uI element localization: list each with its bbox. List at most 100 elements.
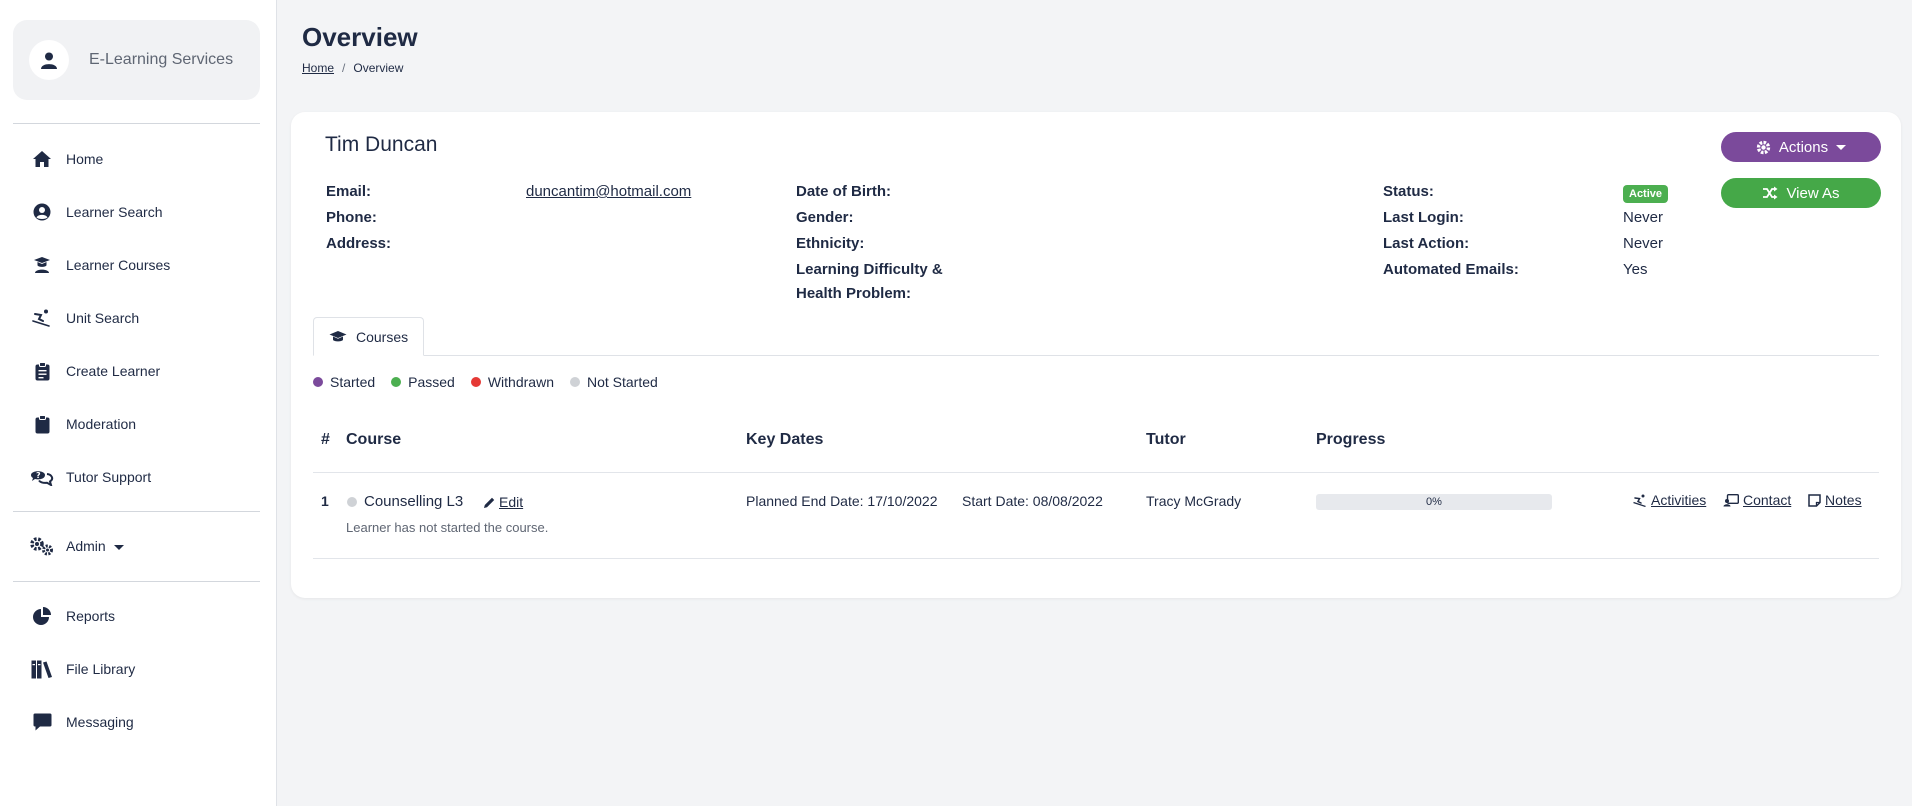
activities-link-label: Activities [1651, 492, 1707, 508]
legend-item-passed: Passed [391, 374, 455, 390]
skiing-icon [1633, 494, 1647, 507]
sidebar-item-moderation[interactable]: Moderation [30, 411, 136, 437]
legend-label: Withdrawn [487, 374, 554, 390]
activities-link[interactable]: Activities [1633, 492, 1706, 508]
sidebar-item-label: Moderation [66, 416, 137, 432]
notes-link-label: Notes [1825, 492, 1862, 508]
tab-courses[interactable]: Courses [313, 317, 424, 356]
gender-label: Gender: [796, 209, 854, 226]
contact-link-label: Contact [1743, 492, 1792, 508]
email-link[interactable]: duncantim@hotmail.com [526, 180, 691, 204]
gear-icon [1756, 140, 1771, 155]
sidebar-item-learner-search[interactable]: Learner Search [30, 199, 163, 225]
user-avatar-icon [29, 40, 69, 80]
skiing-icon [30, 306, 54, 330]
legend-label: Passed [408, 374, 455, 390]
brand-title: E-Learning Services [89, 51, 234, 68]
column-header-progress: Progress [1316, 431, 1386, 448]
user-circle-icon [30, 200, 54, 224]
page-title: Overview [302, 22, 418, 52]
automated-emails-label: Automated Emails: [1383, 261, 1519, 278]
sidebar-divider [13, 581, 260, 582]
legend-dot [569, 377, 580, 387]
column-header-num: # [321, 431, 330, 448]
breadcrumb-current: Overview [353, 61, 404, 75]
clipboard-icon [30, 359, 54, 383]
dob-label: Date of Birth: [796, 183, 891, 200]
sticky-note-icon [1808, 493, 1821, 507]
legend-item-withdrawn: Withdrawn [470, 374, 554, 390]
sidebar-item-learner-courses[interactable]: Learner Courses [30, 252, 170, 278]
course-status-dot [347, 497, 357, 507]
table-row-divider [313, 558, 1879, 559]
legend-dot [391, 377, 402, 387]
legend-label: Not Started [586, 374, 658, 390]
email-label: Email: [326, 183, 372, 200]
comments-question-icon: ? [30, 465, 54, 489]
row-number: 1 [321, 493, 329, 509]
breadcrumb: Home / Overview [302, 61, 403, 75]
pencil-icon [483, 496, 496, 509]
sidebar-item-label: Home [66, 151, 104, 167]
address-label: Address: [326, 235, 392, 252]
chevron-down-icon [113, 544, 124, 550]
sidebar-item-file-library[interactable]: File Library [30, 656, 135, 682]
sidebar-item-label: Learner Search [66, 204, 163, 220]
sidebar-item-reports[interactable]: Reports [30, 603, 115, 629]
column-header-key-dates: Key Dates [746, 431, 824, 448]
learner-name: Tim Duncan [325, 133, 438, 156]
breadcrumb-separator: / [342, 61, 346, 75]
sidebar-item-home[interactable]: Home [30, 146, 103, 172]
sidebar-item-messaging[interactable]: Messaging [30, 709, 134, 735]
last-action-value: Never [1623, 235, 1664, 252]
learner-card: Tim Duncan Email: duncantim@hotmail.com … [291, 112, 1901, 598]
sidebar-item-admin[interactable]: Admin [30, 533, 124, 559]
column-header-tutor: Tutor [1146, 431, 1186, 448]
brand-card[interactable]: E-Learning Services [13, 20, 260, 100]
contact-icon [1723, 493, 1739, 507]
notes-link[interactable]: Notes [1808, 492, 1862, 508]
legend-item-not-started: Not Started [569, 374, 658, 390]
sidebar-item-label: File Library [66, 661, 136, 677]
sidebar-item-create-learner[interactable]: Create Learner [30, 358, 160, 384]
contact-link[interactable]: Contact [1723, 492, 1791, 508]
edit-link-label: Edit [499, 494, 524, 510]
graduation-cap-icon [329, 330, 347, 343]
view-as-button[interactable]: View As [1721, 178, 1881, 208]
actions-button-label: Actions [1778, 138, 1829, 156]
tab-courses-label: Courses [356, 328, 409, 345]
pie-chart-icon [30, 604, 54, 628]
sidebar: E-Learning Services Home Learner Search … [0, 0, 277, 806]
sidebar-item-unit-search[interactable]: Unit Search [30, 305, 139, 331]
ethnicity-label: Ethnicity: [796, 235, 865, 252]
sidebar-divider [13, 511, 260, 512]
sidebar-item-label: Tutor Support [66, 469, 152, 485]
planned-end-date: Planned End Date: 17/10/2022 [746, 493, 938, 509]
books-icon [30, 657, 54, 681]
breadcrumb-home-link[interactable]: Home [302, 61, 334, 75]
shuffle-icon [1762, 186, 1778, 200]
legend-label: Started [330, 374, 376, 390]
course-name: Counselling L3 [364, 493, 464, 510]
view-as-button-label: View As [1786, 184, 1840, 202]
message-icon [30, 710, 54, 734]
course-note: Learner has not started the course. [346, 520, 549, 535]
edit-link[interactable]: Edit [483, 494, 523, 510]
sidebar-item-label: Create Learner [66, 363, 161, 379]
sidebar-divider [13, 123, 260, 124]
learning-difficulty-label: Learning Difficulty & [796, 261, 943, 278]
status-legend: Started Passed Withdrawn Not Started [313, 374, 674, 390]
cogs-icon [30, 534, 54, 558]
last-login-value: Never [1623, 209, 1664, 226]
sidebar-item-label: Unit Search [66, 310, 140, 326]
progress-text: 0% [1426, 496, 1442, 508]
legend-item-started: Started [313, 374, 375, 390]
sidebar-item-label: Messaging [66, 714, 134, 730]
svg-text:?: ? [36, 471, 41, 480]
actions-button[interactable]: Actions [1721, 132, 1881, 162]
sidebar-item-tutor-support[interactable]: ? Tutor Support [30, 464, 151, 490]
automated-emails-value: Yes [1623, 261, 1648, 278]
clipboard-check-icon [30, 412, 54, 436]
legend-dot [470, 377, 481, 387]
sidebar-item-label: Reports [66, 608, 116, 624]
